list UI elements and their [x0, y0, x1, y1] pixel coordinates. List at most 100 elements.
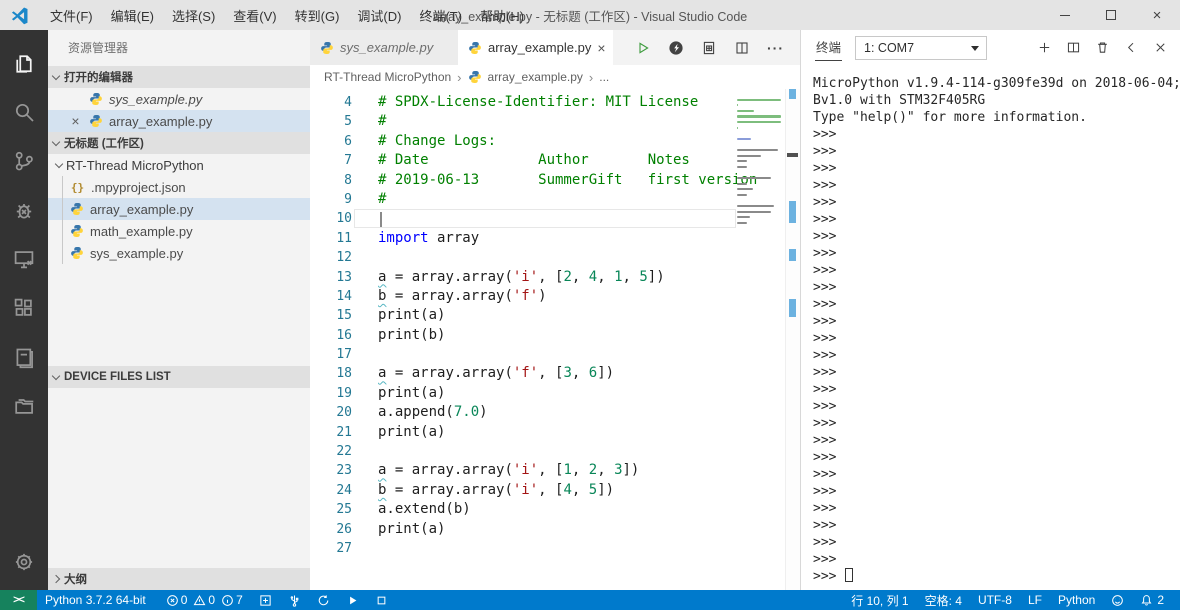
code-line-21[interactable]: 21 print(a)	[310, 423, 800, 442]
menu-终端(T)[interactable]: 终端(T)	[410, 6, 471, 25]
breadcrumb-folder[interactable]: RT-Thread MicroPython	[324, 70, 451, 84]
code-line-14[interactable]: 14 b = array.array('f')	[310, 287, 800, 306]
code-line-22[interactable]: 22	[310, 442, 800, 461]
flash-download-button[interactable]	[668, 40, 684, 56]
split-terminal-icon[interactable]	[1066, 40, 1081, 55]
code-line-10[interactable]: 10	[310, 209, 800, 228]
language-mode-item[interactable]: Python	[1050, 593, 1103, 607]
close-icon[interactable]: ×	[68, 114, 83, 128]
code-line-20[interactable]: 20 a.append(7.0)	[310, 403, 800, 422]
explorer-icon[interactable]	[0, 38, 48, 87]
code-line-8[interactable]: 8 # 2019-06-13 SummerGift first version	[310, 171, 800, 190]
notifications-button[interactable]: 2	[1132, 593, 1172, 607]
code-line-16[interactable]: 16 print(b)	[310, 326, 800, 345]
code-line-12[interactable]: 12	[310, 248, 800, 267]
line-number: 27	[336, 540, 352, 556]
code-line-15[interactable]: 15 print(a)	[310, 306, 800, 325]
tree-file-list: {} .mpyproject.json array_example.py math_e…	[48, 176, 310, 264]
code-line-6[interactable]: 6 # Change Logs:	[310, 132, 800, 151]
debug-icon[interactable]	[0, 185, 48, 234]
terminal-port-select[interactable]: 1: COM7	[855, 35, 988, 60]
code-line-11[interactable]: 11 import array	[310, 229, 800, 248]
menu-调试(D)[interactable]: 调试(D)	[348, 6, 410, 25]
add-device-button[interactable]	[251, 590, 280, 610]
device-files-header[interactable]: DEVICE FILES LIST	[48, 366, 310, 388]
menu-帮助(H)[interactable]: 帮助(H)	[471, 6, 533, 25]
tree-file-.mpyproject.json[interactable]: {} .mpyproject.json	[48, 176, 310, 198]
settings-gear-icon[interactable]	[0, 537, 48, 586]
search-icon[interactable]	[0, 87, 48, 136]
minimap[interactable]	[737, 97, 783, 231]
outline-header[interactable]: 大纲	[48, 568, 310, 590]
code-line-25[interactable]: 25 a.extend(b)	[310, 500, 800, 519]
problems-item[interactable]: 0 0 7	[154, 590, 251, 610]
tree-file-sys_example.py[interactable]: sys_example.py	[48, 242, 310, 264]
new-terminal-icon[interactable]	[1037, 40, 1052, 55]
workspace-header[interactable]: 无标题 (工作区)	[48, 132, 310, 154]
code-line-13[interactable]: 13 a = array.array('i', [2, 4, 1, 5])	[310, 268, 800, 287]
tab-sys-example[interactable]: sys_example.py	[310, 30, 458, 65]
stop-button[interactable]	[367, 590, 396, 610]
run-file-button[interactable]	[635, 40, 651, 56]
eol-item[interactable]: LF	[1020, 593, 1050, 607]
open-editor-array_example.py[interactable]: × array_example.py	[48, 110, 310, 132]
tree-file-math_example.py[interactable]: math_example.py	[48, 220, 310, 242]
close-panel-icon[interactable]	[1153, 40, 1168, 55]
code-line-26[interactable]: 26 print(a)	[310, 520, 800, 539]
source-control-icon[interactable]	[0, 136, 48, 185]
tab-array-example[interactable]: array_example.py ×	[458, 30, 613, 65]
feedback-button[interactable]	[1103, 594, 1132, 607]
code-line-17[interactable]: 17	[310, 345, 800, 364]
notebook-icon[interactable]	[0, 332, 48, 381]
open-editors-header[interactable]: 打开的编辑器	[48, 66, 310, 88]
code-line-24[interactable]: 24 b = array.array('i', [4, 5])	[310, 481, 800, 500]
sync-button[interactable]	[309, 590, 338, 610]
code-line-18[interactable]: 18 a = array.array('f', [3, 6])	[310, 364, 800, 383]
breadcrumb-symbol[interactable]: ...	[599, 70, 609, 84]
tree-file-array_example.py[interactable]: array_example.py	[48, 198, 310, 220]
split-editor-button[interactable]	[734, 40, 750, 56]
breadcrumb-file[interactable]: array_example.py	[488, 70, 583, 84]
menu-编辑(E)[interactable]: 编辑(E)	[102, 6, 163, 25]
indentation-item[interactable]: 空格: 4	[917, 592, 970, 609]
overview-ruler[interactable]	[785, 89, 800, 590]
code-line-4[interactable]: 4 # SPDX-License-Identifier: MIT License	[310, 93, 800, 112]
encoding-item[interactable]: UTF-8	[970, 593, 1020, 607]
code-line-27[interactable]: 27	[310, 539, 800, 558]
menu-转到(G)[interactable]: 转到(G)	[286, 6, 349, 25]
run-button[interactable]	[338, 590, 367, 610]
more-actions-button[interactable]: ···	[767, 40, 784, 56]
cursor-position-item[interactable]: 行 10, 列 1	[843, 592, 916, 609]
title-bar: 文件(F) 编辑(E) 选择(S) 查看(V) 转到(G) 调试(D) 终端(T) 帮助(H)…	[0, 0, 1180, 30]
remote-indicator[interactable]: ><	[0, 590, 37, 610]
terminal-prompt-line: >>>	[813, 331, 837, 346]
code-editor[interactable]: 4 # SPDX-License-Identifier: MIT License 5…	[310, 89, 800, 590]
python-interpreter-item[interactable]: Python 3.7.2 64-bit	[37, 590, 154, 610]
ruler-marker	[789, 249, 796, 261]
kill-terminal-icon[interactable]	[1095, 40, 1110, 55]
open-editor-sys_example.py[interactable]: sys_example.py	[48, 88, 310, 110]
code-line-9[interactable]: 9 #	[310, 190, 800, 209]
tab-terminal[interactable]: 终端	[815, 34, 843, 61]
python-file-icon	[89, 92, 103, 106]
extensions-icon[interactable]	[0, 283, 48, 332]
menu-文件(F)[interactable]: 文件(F)	[41, 6, 102, 25]
close-tab-icon[interactable]: ×	[597, 40, 605, 56]
usb-device-button[interactable]	[280, 590, 309, 610]
menu-选择(S)[interactable]: 选择(S)	[163, 6, 224, 25]
chevron-left-icon[interactable]	[1124, 40, 1139, 55]
code-line-19[interactable]: 19 print(a)	[310, 384, 800, 403]
code-line-7[interactable]: 7 # Date Author Notes	[310, 151, 800, 170]
device-folders-icon[interactable]	[0, 381, 48, 430]
code-line-5[interactable]: 5 #	[310, 112, 800, 131]
tree-root-folder[interactable]: RT-Thread MicroPython	[48, 154, 310, 176]
device-monitor-icon[interactable]	[0, 234, 48, 283]
project-config-file-button[interactable]	[701, 40, 717, 56]
close-window-button[interactable]: ×	[1134, 0, 1180, 30]
menu-查看(V)[interactable]: 查看(V)	[224, 6, 285, 25]
minimize-button[interactable]	[1042, 0, 1088, 30]
terminal-output[interactable]: MicroPython v1.9.4-114-g309fe39d on 2018…	[801, 65, 1180, 590]
maximize-button[interactable]	[1088, 0, 1134, 30]
sidebar-title: 资源管理器	[68, 41, 129, 55]
code-line-23[interactable]: 23 a = array.array('i', [1, 2, 3])	[310, 461, 800, 480]
